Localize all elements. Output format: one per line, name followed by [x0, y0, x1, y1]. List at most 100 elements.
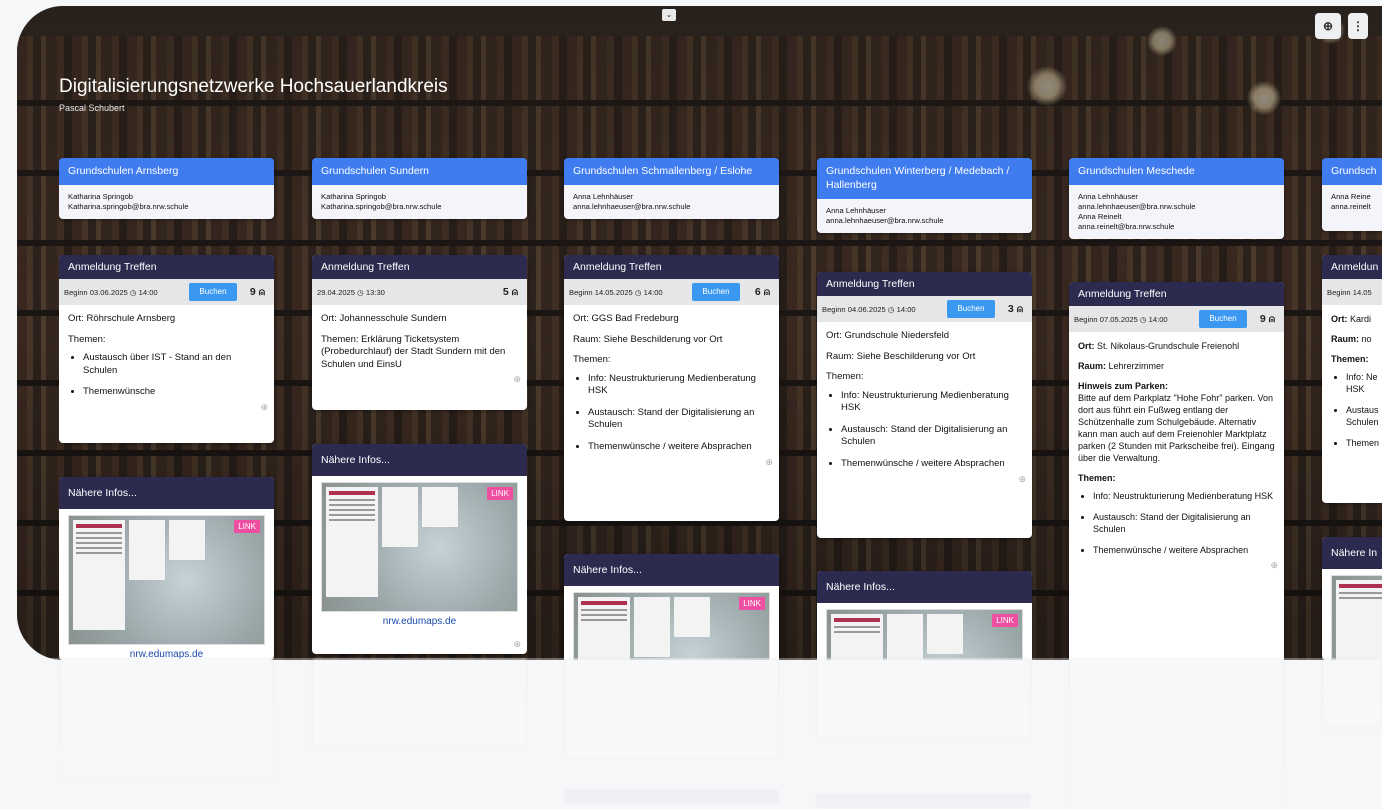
contact-email: anna.lehnhaeuser@bra.nrw.schule — [573, 202, 691, 211]
themen-label: Themen: — [1331, 354, 1369, 364]
attendee-count: 6 — [754, 286, 761, 298]
zoom-icon[interactable]: ⊕ — [1018, 473, 1026, 486]
post-anmeldung-meschede[interactable]: Anmeldung Treffen Beginn 07.05.2025 ◷ 14… — [1069, 282, 1284, 660]
section-title[interactable]: Grundsch — [1322, 158, 1382, 185]
contact-name: Anna Reine — [1331, 192, 1371, 201]
link-badge[interactable]: LINK — [487, 487, 513, 500]
post-anmeldung-winterberg[interactable]: Anmeldung Treffen Beginn 04.06.2025 ◷ 14… — [817, 272, 1032, 538]
topic-item: Themen — [1346, 437, 1382, 449]
link-url[interactable]: nrw.edumaps.de — [312, 612, 527, 637]
section-meschede: Grundschulen Meschede Anna Lehnhäuser ann… — [1069, 158, 1284, 239]
person-icon: ⍝ — [763, 286, 770, 298]
raum-value: Lehrerzimmer — [1108, 361, 1165, 371]
section-title[interactable]: Grundschulen Sundern — [312, 158, 527, 185]
topic-item: Info: Neustrukturierung Medienberatung H… — [841, 390, 1023, 415]
contact-email: anna.lehnhaeuser@bra.nrw.schule — [1078, 202, 1196, 211]
search-plus-icon[interactable]: ⊕ — [1315, 13, 1341, 39]
post-title: Nähere Infos... — [312, 444, 527, 476]
contact-email: anna.lehnhaeuser@bra.nrw.schule — [826, 216, 944, 225]
post-line: Themen: — [68, 333, 106, 345]
post-anmeldung-schmallenberg[interactable]: Anmeldung Treffen Beginn 14.05.2025 ◷ 14… — [564, 255, 779, 521]
post-title: Anmeldun — [1322, 255, 1382, 279]
post-line: Ort: Röhrschule Arnsberg — [68, 313, 176, 324]
event-time: 14:00 — [643, 288, 663, 297]
chevron-down-icon[interactable]: ⌄ — [662, 9, 676, 21]
event-bar: Beginn 03.06.2025 ◷ 14:00 Buchen 9 ⍝ — [59, 279, 274, 305]
link-badge[interactable]: LINK — [234, 520, 260, 533]
topic-item: Austausch: Stand der Digitalisierung an … — [588, 407, 770, 432]
link-badge[interactable]: LINK — [739, 597, 765, 610]
event-date: Beginn 07.05.2025 — [1074, 315, 1138, 324]
link-preview-image[interactable]: LINK — [68, 515, 265, 645]
event-bar: Beginn 14.05.2025 ◷ 14:00 Buchen 6 ⍝ — [564, 279, 779, 305]
event-bar: 29.04.2025 ◷ 13:30 5 ⍝ — [312, 279, 527, 305]
topic-item: Themenwünsche / weitere Absprachen — [841, 458, 1023, 471]
parking-label: Hinweis zum Parken: — [1078, 381, 1169, 391]
post-line: Themen: Erklärung Ticketsystem (Probedur… — [321, 333, 506, 370]
zoom-icon[interactable]: ⊕ — [260, 401, 268, 414]
event-bar: Beginn 14.05 — [1322, 279, 1382, 305]
link-preview-image[interactable]: LINK — [573, 592, 770, 660]
person-icon: ⍝ — [1268, 313, 1275, 325]
page-title: Digitalisierungsnetzwerke Hochsauerlandk… — [59, 76, 448, 97]
zoom-icon[interactable]: ⊕ — [765, 456, 773, 469]
post-line: Raum: Siehe Beschilderung vor Ort — [573, 333, 723, 345]
section-title[interactable]: Grundschulen Meschede — [1069, 158, 1284, 185]
event-time: 14:00 — [1148, 315, 1168, 324]
post-anmeldung-partial[interactable]: Anmeldun Beginn 14.05 Ort: Kardi Raum: n… — [1322, 255, 1382, 503]
link-badge[interactable]: LINK — [992, 614, 1018, 627]
section-title[interactable]: Grundschulen Schmallenberg / Eslohe — [564, 158, 779, 185]
buchen-button[interactable]: Buchen — [1199, 310, 1247, 328]
buchen-button[interactable]: Buchen — [692, 283, 740, 301]
more-icon[interactable]: ⋮ — [1348, 13, 1368, 39]
post-line: Ort: GGS Bad Fredeburg — [573, 313, 679, 324]
topic-item: Info: Neustrukturierung Medienberatung H… — [588, 373, 770, 398]
section-title[interactable]: Grundschulen Winterberg / Medebach / Hal… — [817, 158, 1032, 199]
clock-icon: ◷ — [634, 288, 642, 297]
post-line: Ort: Johannesschule Sundern — [321, 313, 447, 324]
link-preview-image[interactable] — [1331, 575, 1382, 660]
post-naehere-infos[interactable]: Nähere Infos... LINK nrw.edumaps.de — [59, 477, 274, 660]
zoom-icon[interactable]: ⊕ — [513, 639, 521, 650]
section-title[interactable]: Grundschulen Arnsberg — [59, 158, 274, 185]
contact-name: Anna Reinelt — [1078, 212, 1122, 221]
person-icon: ⍝ — [258, 286, 265, 298]
post-title: Anmeldung Treffen — [59, 255, 274, 279]
buchen-button[interactable]: Buchen — [189, 283, 237, 301]
contact-email: anna.reinelt — [1331, 202, 1371, 211]
post-naehere-infos[interactable]: Nähere Infos... LINK — [817, 571, 1032, 660]
link-preview-image[interactable]: LINK — [321, 482, 518, 612]
topic-item: Info: Neustrukturierung Medienberatung H… — [1093, 490, 1275, 502]
person-icon: ⍝ — [511, 286, 518, 298]
post-naehere-infos[interactable]: Nähere Infos... LINK — [564, 554, 779, 660]
ort-value: St. Nikolaus-Grundschule Freienohl — [1097, 341, 1240, 351]
clock-icon: ◷ — [1139, 315, 1147, 324]
section-schmallenberg: Grundschulen Schmallenberg / Eslohe Anna… — [564, 158, 779, 219]
contact-name: Katharina Springob — [68, 192, 134, 201]
event-time: 14:00 — [896, 305, 916, 314]
screen: Digitalisierungsnetzwerke Hochsauerlandk… — [0, 0, 1382, 809]
event-date: Beginn 03.06.2025 — [64, 288, 128, 297]
ort-label: Ort: — [1331, 314, 1348, 324]
post-line: Themen: — [826, 371, 864, 382]
attendee-count: 9 — [1259, 313, 1266, 325]
zoom-icon[interactable]: ⊕ — [1270, 559, 1278, 571]
buchen-button[interactable]: Buchen — [947, 300, 995, 318]
zoom-icon[interactable]: ⊕ — [513, 373, 521, 386]
post-naehere-infos-partial[interactable]: Nähere In — [1322, 537, 1382, 660]
link-preview-image[interactable]: LINK — [826, 609, 1023, 660]
post-title: Anmeldung Treffen — [564, 255, 779, 279]
post-title: Nähere Infos... — [564, 554, 779, 586]
post-title: Anmeldung Treffen — [1069, 282, 1284, 306]
author-name: Pascal Schubert — [59, 103, 125, 113]
attendee-count: 3 — [1007, 303, 1014, 315]
event-date: Beginn 04.06.2025 — [822, 305, 886, 314]
post-naehere-infos[interactable]: Nähere Infos... LINK nrw.edumaps.de ⊕ — [312, 444, 527, 654]
post-anmeldung-sundern[interactable]: Anmeldung Treffen 29.04.2025 ◷ 13:30 5 ⍝… — [312, 255, 527, 410]
post-anmeldung-arnsberg[interactable]: Anmeldung Treffen Beginn 03.06.2025 ◷ 14… — [59, 255, 274, 443]
section-arnsberg: Grundschulen Arnsberg Katharina Springob… — [59, 158, 274, 219]
contact-email: Katharina.springob@bra.nrw.schule — [68, 202, 189, 211]
clock-icon: ◷ — [357, 288, 364, 297]
ort-label: Ort: — [1078, 341, 1095, 351]
clock-icon: ◷ — [887, 305, 895, 314]
